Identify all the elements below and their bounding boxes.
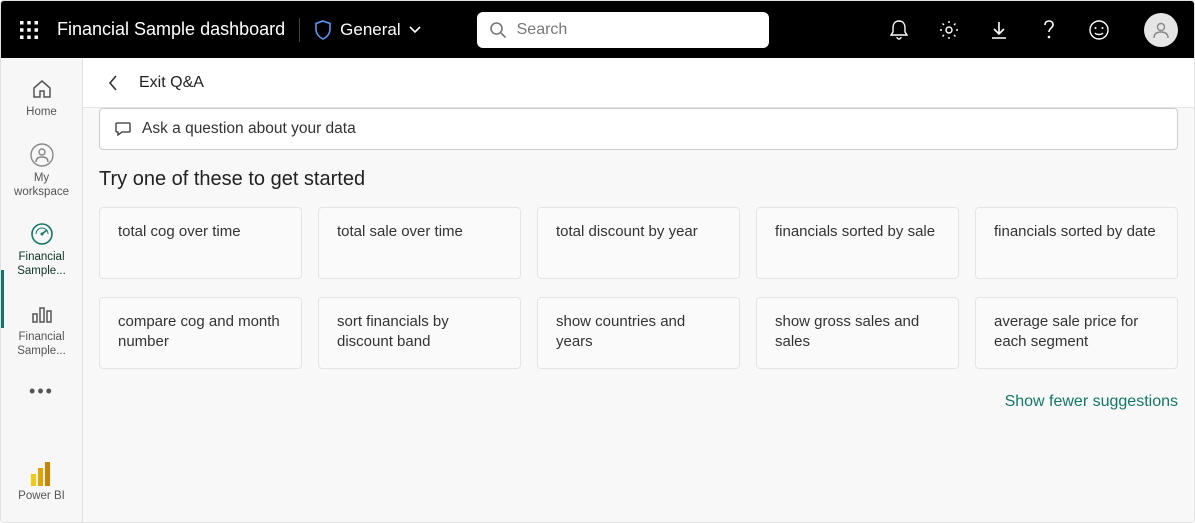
search-icon [489,21,507,39]
power-bi-logo-icon [29,460,55,486]
bar-chart-icon [29,301,55,327]
left-rail: Home My workspace Financial Sample... Fi… [1,58,83,522]
main-content: Exit Q&A Ask a question about your data … [83,58,1194,522]
nav-power-bi-label: Power BI [18,490,65,504]
dashboard-title: Financial Sample dashboard [57,19,285,40]
suggestion-card[interactable]: total discount by year [537,207,740,279]
suggestion-text: average sale price for each segment [994,312,1159,353]
show-fewer-row: Show fewer suggestions [99,393,1178,411]
suggestion-card[interactable]: total cog over time [99,207,302,279]
qa-content: Ask a question about your data Try one o… [83,108,1194,427]
suggestion-text: total sale over time [337,222,463,242]
nav-home[interactable]: Home [1,68,82,128]
show-fewer-link[interactable]: Show fewer suggestions [1005,393,1178,411]
title-area: Financial Sample dashboard General [57,18,421,42]
nav-more[interactable]: ••• [1,373,82,410]
sub-header: Exit Q&A [83,58,1194,108]
suggestion-text: financials sorted by sale [775,222,935,242]
qa-input[interactable]: Ask a question about your data [99,108,1178,150]
nav-financial-sample-dashboard[interactable]: Financial Sample... [1,213,82,287]
qa-input-placeholder: Ask a question about your data [142,120,356,138]
sensitivity-label: General [340,20,400,40]
chevron-down-icon [409,26,421,34]
nav-financial-sample-2-label: Financial Sample... [5,331,78,359]
shield-icon [314,20,332,40]
suggestion-text: financials sorted by date [994,222,1156,242]
nav-my-workspace-label: My workspace [5,172,78,200]
download-icon[interactable] [988,19,1010,41]
person-circle-icon [29,142,55,168]
top-icons [888,13,1178,47]
suggestion-card[interactable]: average sale price for each segment [975,297,1178,369]
nav-financial-sample-report[interactable]: Financial Sample... [1,293,82,367]
chat-bubble-icon [114,120,132,138]
search-box[interactable] [477,12,769,48]
active-indicator [1,270,4,328]
exit-qa-link[interactable]: Exit Q&A [139,74,204,92]
nav-financial-sample-1-label: Financial Sample... [5,251,78,279]
settings-icon[interactable] [938,19,960,41]
suggestion-card[interactable]: total sale over time [318,207,521,279]
top-bar: Financial Sample dashboard General [1,1,1194,58]
suggestion-text: total cog over time [118,222,241,242]
more-dots-icon: ••• [29,381,54,402]
nav-home-label: Home [26,106,57,120]
feedback-icon[interactable] [1088,19,1110,41]
suggestions-title: Try one of these to get started [99,168,1178,191]
account-avatar[interactable] [1144,13,1178,47]
suggestions-grid: total cog over time total sale over time… [99,207,1178,369]
suggestion-text: show countries and years [556,312,721,353]
app-root: Financial Sample dashboard General [0,0,1195,523]
search-input[interactable] [517,21,757,39]
nav-power-bi[interactable]: Power BI [1,452,82,512]
suggestion-card[interactable]: show gross sales and sales [756,297,959,369]
suggestion-text: compare cog and month number [118,312,283,353]
suggestion-card[interactable]: show countries and years [537,297,740,369]
suggestion-card[interactable]: financials sorted by date [975,207,1178,279]
back-button[interactable] [103,73,123,93]
sensitivity-dropdown[interactable]: General [314,20,420,40]
dashboard-gauge-icon [29,221,55,247]
app-launcher-icon[interactable] [17,18,41,42]
divider [299,18,300,42]
app-body: Home My workspace Financial Sample... Fi… [1,58,1194,522]
help-icon[interactable] [1038,19,1060,41]
suggestion-text: total discount by year [556,222,698,242]
suggestion-text: show gross sales and sales [775,312,940,353]
home-icon [29,76,55,102]
notifications-icon[interactable] [888,19,910,41]
suggestion-card[interactable]: compare cog and month number [99,297,302,369]
nav-my-workspace[interactable]: My workspace [1,134,82,208]
suggestion-card[interactable]: financials sorted by sale [756,207,959,279]
search-wrap [477,12,769,48]
suggestion-card[interactable]: sort financials by discount band [318,297,521,369]
suggestion-text: sort financials by discount band [337,312,502,353]
